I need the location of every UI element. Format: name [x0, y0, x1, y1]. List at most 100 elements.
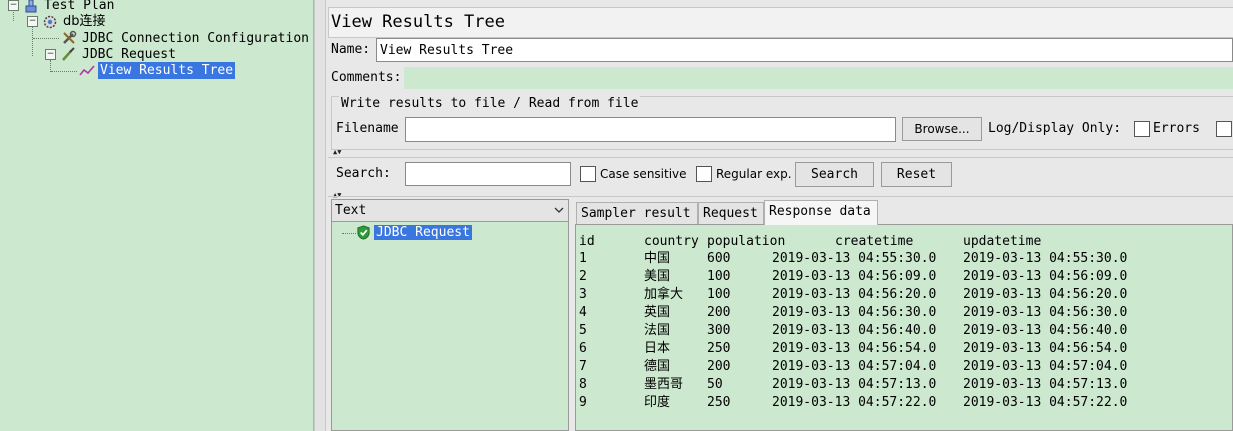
main-splitter[interactable]: [314, 0, 326, 431]
cell-country: 日本: [644, 341, 671, 356]
cell-country: 印度: [644, 395, 671, 410]
cell-updatetime: 2019-03-13 04:57:04.0: [963, 359, 1128, 374]
cell-country: 美国: [644, 269, 671, 284]
cell-updatetime: 2019-03-13 04:56:40.0: [963, 323, 1128, 338]
wrench-icon: [63, 30, 77, 44]
cell-createtime: 2019-03-13 04:56:30.0: [772, 305, 937, 320]
sample-result-item[interactable]: JDBC Request: [374, 225, 472, 240]
cell-population: 50: [707, 377, 723, 392]
tree-node-test-plan[interactable]: − Test Plan: [0, 0, 200, 14]
cell-id: 7: [579, 359, 587, 374]
errors-checkbox[interactable]: [1134, 121, 1150, 137]
cell-createtime: 2019-03-13 04:55:30.0: [772, 251, 937, 266]
collapse-toggle-icon[interactable]: −: [8, 0, 19, 11]
tree-node-label: JDBC Connection Configuration: [82, 31, 309, 46]
regular-exp-label: Regular exp.: [716, 167, 792, 181]
filename-input[interactable]: [405, 117, 896, 142]
cell-updatetime: 2019-03-13 04:56:30.0: [963, 305, 1128, 320]
tree-node-label: db连接: [63, 14, 106, 29]
cell-population: 200: [707, 305, 731, 320]
test-plan-tree[interactable]: − Test Plan − db连接 JDBC Connection Confi…: [0, 0, 314, 431]
gear-icon: [43, 15, 57, 29]
collapse-toggle-icon[interactable]: −: [45, 49, 56, 60]
cell-population: 600: [707, 251, 731, 266]
cell-updatetime: 2019-03-13 04:56:54.0: [963, 341, 1128, 356]
cell-country: 墨西哥: [644, 377, 684, 392]
cell-id: 9: [579, 395, 587, 410]
pipette-icon: [62, 47, 75, 61]
cell-createtime: 2019-03-13 04:57:22.0: [772, 395, 937, 410]
cell-country: 德国: [644, 359, 671, 374]
cell-updatetime: 2019-03-13 04:57:22.0: [963, 395, 1128, 410]
tab-sampler-result[interactable]: Sampler result: [576, 202, 698, 224]
case-sensitive-label: Case sensitive: [600, 167, 687, 181]
file-group-title: Write results to file / Read from file: [339, 96, 641, 111]
divider: [328, 157, 1233, 158]
results-tree[interactable]: Text JDBC Request: [331, 199, 569, 431]
cell-id: 4: [579, 305, 587, 320]
results-splitter[interactable]: [569, 199, 573, 431]
cell-population: 250: [707, 341, 731, 356]
search-label: Search:: [336, 166, 391, 181]
tab-request[interactable]: Request: [698, 202, 764, 224]
column-header-country: country: [644, 234, 699, 249]
cell-createtime: 2019-03-13 04:56:20.0: [772, 287, 937, 302]
successes-checkbox[interactable]: [1216, 121, 1232, 137]
cell-population: 200: [707, 359, 731, 374]
tree-node-label: View Results Tree: [98, 62, 236, 79]
reset-button[interactable]: Reset: [881, 162, 952, 187]
name-label: Name:: [331, 42, 371, 57]
tree-node-view-results-tree[interactable]: View Results Tree: [0, 62, 260, 79]
cell-country: 英国: [644, 305, 671, 320]
response-data-text[interactable]: id country population createtime updatet…: [575, 224, 1233, 431]
cell-country: 中国: [644, 251, 671, 266]
filename-label: Filename: [336, 121, 399, 136]
log-display-only-label: Log/Display Only:: [988, 121, 1122, 136]
element-panel: View Results Tree Name: Comments: Write …: [326, 0, 1233, 431]
cell-updatetime: 2019-03-13 04:56:09.0: [963, 269, 1128, 284]
panel-title-box: View Results Tree: [328, 7, 1233, 38]
column-header-population: population: [707, 234, 786, 249]
tree-node-jdbc-connection-config[interactable]: JDBC Connection Configuration: [0, 30, 313, 47]
graph-listener-icon: [79, 65, 95, 76]
tree-node-thread-group[interactable]: − db连接: [0, 13, 200, 30]
cell-id: 6: [579, 341, 587, 356]
collapse-toggle-icon[interactable]: −: [27, 16, 38, 27]
divider-collapse-arrows-icon[interactable]: ▲▼: [333, 149, 341, 156]
cell-createtime: 2019-03-13 04:57:13.0: [772, 377, 937, 392]
renderer-select-value: Text: [335, 203, 367, 218]
comments-label: Comments:: [331, 70, 402, 85]
search-button[interactable]: Search: [795, 162, 874, 187]
cell-population: 100: [707, 269, 731, 284]
tree-node-label: Test Plan: [44, 0, 115, 13]
name-input[interactable]: [376, 38, 1233, 62]
cell-updatetime: 2019-03-13 04:55:30.0: [963, 251, 1128, 266]
cell-id: 5: [579, 323, 587, 338]
browse-button[interactable]: Browse...: [902, 117, 982, 141]
cell-population: 250: [707, 395, 731, 410]
divider: [328, 196, 1233, 197]
chevron-down-icon: [554, 207, 564, 213]
cell-country: 法国: [644, 323, 671, 338]
comments-input[interactable]: [404, 67, 1233, 89]
success-shield-icon: [357, 225, 370, 240]
cell-updatetime: 2019-03-13 04:56:20.0: [963, 287, 1128, 302]
cell-population: 100: [707, 287, 731, 302]
case-sensitive-checkbox[interactable]: [580, 166, 596, 182]
cell-updatetime: 2019-03-13 04:57:13.0: [963, 377, 1128, 392]
cell-createtime: 2019-03-13 04:56:54.0: [772, 341, 937, 356]
regular-exp-checkbox[interactable]: [696, 166, 712, 182]
tree-node-jdbc-request[interactable]: − JDBC Request: [0, 46, 200, 63]
cell-createtime: 2019-03-13 04:57:04.0: [772, 359, 937, 374]
renderer-select[interactable]: Text: [332, 200, 568, 222]
test-plan-icon: [25, 0, 37, 13]
cell-createtime: 2019-03-13 04:56:40.0: [772, 323, 937, 338]
panel-title: View Results Tree: [331, 12, 505, 32]
cell-id: 3: [579, 287, 587, 302]
cell-createtime: 2019-03-13 04:56:09.0: [772, 269, 937, 284]
tab-response-data[interactable]: Response data: [764, 200, 878, 225]
search-input[interactable]: [405, 162, 571, 186]
column-header-updatetime: updatetime: [963, 234, 1042, 249]
cell-id: 8: [579, 377, 587, 392]
cell-id: 2: [579, 269, 587, 284]
